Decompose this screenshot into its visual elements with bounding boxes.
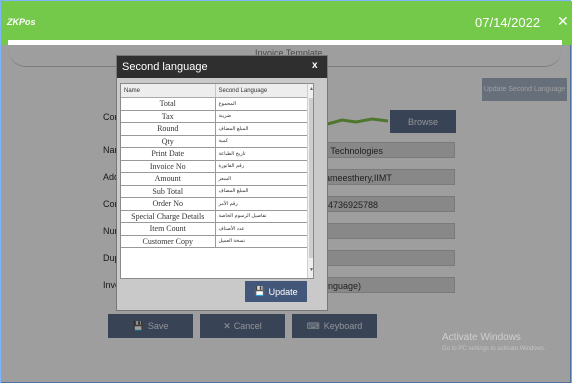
name-column-header[interactable]: Name — [121, 84, 216, 98]
row-second-language[interactable]: السعر — [215, 172, 308, 186]
dialog-title-bar: Second language x — [117, 56, 327, 78]
row-name: Order No — [121, 197, 216, 211]
update-label: Update — [268, 286, 298, 297]
row-second-language[interactable]: ضريبة — [215, 110, 308, 123]
activation-watermark-title: Activate Windows — [442, 332, 521, 343]
dialog-update-button[interactable]: 💾 Update — [245, 281, 307, 302]
row-name: Sub Total — [121, 185, 216, 198]
table-row[interactable]: Print Date تاريخ الطباعة — [121, 147, 308, 161]
row-second-language[interactable]: رقم الفاتورة — [215, 160, 308, 173]
table-header-row: Name Second Language — [121, 84, 308, 98]
date-display: 07/14/2022 — [475, 15, 541, 30]
row-name: Print Date — [121, 147, 216, 161]
table-row[interactable]: Sub Total المبلغ المضاف — [121, 185, 308, 198]
update-icon: 💾 — [254, 286, 266, 296]
vertical-scrollbar[interactable]: ▲ ▼ — [307, 84, 313, 278]
row-second-language[interactable]: عدد الأصناف — [215, 222, 308, 236]
row-second-language[interactable]: المبلغ المضاف — [215, 122, 308, 136]
row-name: Item Count — [121, 222, 216, 236]
row-name: Qty — [121, 135, 216, 148]
row-second-language[interactable]: المبلغ المضاف — [215, 185, 308, 198]
row-name: Customer Copy — [121, 235, 216, 248]
table-row[interactable]: Item Count عدد الأصناف — [121, 222, 308, 236]
row-name: Round — [121, 122, 216, 136]
row-name: Invoice No — [121, 160, 216, 173]
language-table: Name Second Language Total المجموع Tax ضري… — [121, 84, 308, 248]
close-icon[interactable]: ✕ — [557, 13, 569, 30]
row-name: Total — [121, 97, 216, 111]
table-row[interactable]: Round المبلغ المضاف — [121, 122, 308, 136]
dialog-close-icon[interactable]: x — [312, 60, 318, 71]
table-row[interactable]: Qty كمية — [121, 135, 308, 148]
row-second-language[interactable]: المجموع — [215, 97, 308, 111]
row-second-language[interactable]: نسخة العميل — [215, 235, 308, 248]
row-second-language[interactable]: كمية — [215, 135, 308, 148]
second-language-column-header[interactable]: Second Language — [215, 84, 308, 98]
table-row[interactable]: Customer Copy نسخة العميل — [121, 235, 308, 248]
title-bar: ZKPos 07/14/2022 ✕ — [1, 1, 572, 45]
scroll-up-icon[interactable]: ▲ — [309, 86, 313, 92]
second-language-dialog: Second language x Name Second Language T… — [116, 55, 328, 311]
scroll-down-icon[interactable]: ▼ — [309, 267, 313, 273]
row-name: Tax — [121, 110, 216, 123]
table-row[interactable]: Total المجموع — [121, 97, 308, 111]
language-grid: Name Second Language Total المجموع Tax ضري… — [120, 83, 314, 279]
table-row[interactable]: Amount السعر — [121, 172, 308, 186]
row-second-language[interactable]: رقم الأمر — [215, 197, 308, 211]
table-row[interactable]: Tax ضريبة — [121, 110, 308, 123]
dialog-title: Second language — [122, 61, 208, 73]
row-name: Special Charge Details — [121, 210, 216, 223]
row-second-language[interactable]: تاريخ الطباعة — [215, 147, 308, 161]
app-logo: ZKPos — [7, 17, 36, 27]
table-row[interactable]: Special Charge Details تفاصيل الرسوم الخا… — [121, 210, 308, 223]
table-row[interactable]: Order No رقم الأمر — [121, 197, 308, 211]
table-row[interactable]: Invoice No رقم الفاتورة — [121, 160, 308, 173]
activation-watermark-subtitle: Go to PC settings to activate Windows. — [442, 346, 546, 352]
row-name: Amount — [121, 172, 216, 186]
scrollbar-thumb[interactable] — [309, 98, 313, 258]
row-second-language[interactable]: تفاصيل الرسوم الخاصة — [215, 210, 308, 223]
